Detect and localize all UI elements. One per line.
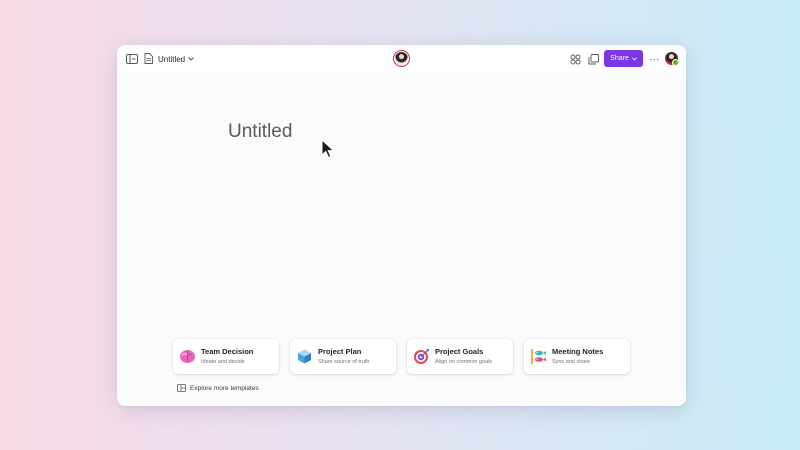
template-list: Team Decision Ideate and decide Project … <box>173 339 630 374</box>
document-title-menu[interactable]: Untitled <box>144 51 194 67</box>
template-description: Sync and share <box>552 359 591 365</box>
template-name: Project Goals <box>435 347 484 356</box>
presence-status-badge <box>672 59 679 66</box>
explore-templates-link[interactable]: Explore more templates <box>177 384 259 393</box>
explore-templates-label: Explore more templates <box>190 385 259 392</box>
share-label: Share <box>610 55 629 62</box>
page-title[interactable]: Untitled <box>228 121 292 143</box>
user-avatar[interactable] <box>665 52 679 66</box>
copy-icon[interactable] <box>587 53 599 65</box>
template-card-project-plan[interactable]: Project Plan Share source of truth <box>290 339 396 374</box>
template-description: Ideate and decide <box>201 359 245 365</box>
sidebar-toggle-icon[interactable] <box>126 53 138 65</box>
collaborator-avatar[interactable] <box>393 50 410 67</box>
app-window: Untitled Share ··· Untitled Team Decisio… <box>117 45 686 406</box>
fish-icon <box>531 349 546 364</box>
chevron-down-icon <box>188 57 194 61</box>
top-bar: Untitled Share ··· <box>117 45 686 73</box>
templates-icon <box>177 384 186 393</box>
template-description: Align on common goals <box>435 359 493 365</box>
mouse-cursor-icon <box>321 139 335 159</box>
chevron-down-icon <box>632 56 637 61</box>
document-title: Untitled <box>158 54 186 64</box>
brain-icon <box>180 350 195 363</box>
template-description: Share source of truth <box>318 359 370 365</box>
avatar-image <box>394 51 409 66</box>
template-card-team-decision[interactable]: Team Decision Ideate and decide <box>173 339 279 374</box>
template-name: Project Plan <box>318 347 362 356</box>
document-icon <box>144 53 154 65</box>
template-name: Meeting Notes <box>552 347 604 356</box>
template-card-meeting-notes[interactable]: Meeting Notes Sync and share <box>524 339 630 374</box>
cube-icon <box>298 349 311 364</box>
more-options-button[interactable]: ··· <box>648 53 661 65</box>
target-icon <box>414 349 429 364</box>
share-button[interactable]: Share <box>604 50 643 67</box>
template-card-project-goals[interactable]: Project Goals Align on common goals <box>407 339 513 374</box>
template-name: Team Decision <box>201 347 254 356</box>
apps-icon[interactable] <box>569 53 581 65</box>
